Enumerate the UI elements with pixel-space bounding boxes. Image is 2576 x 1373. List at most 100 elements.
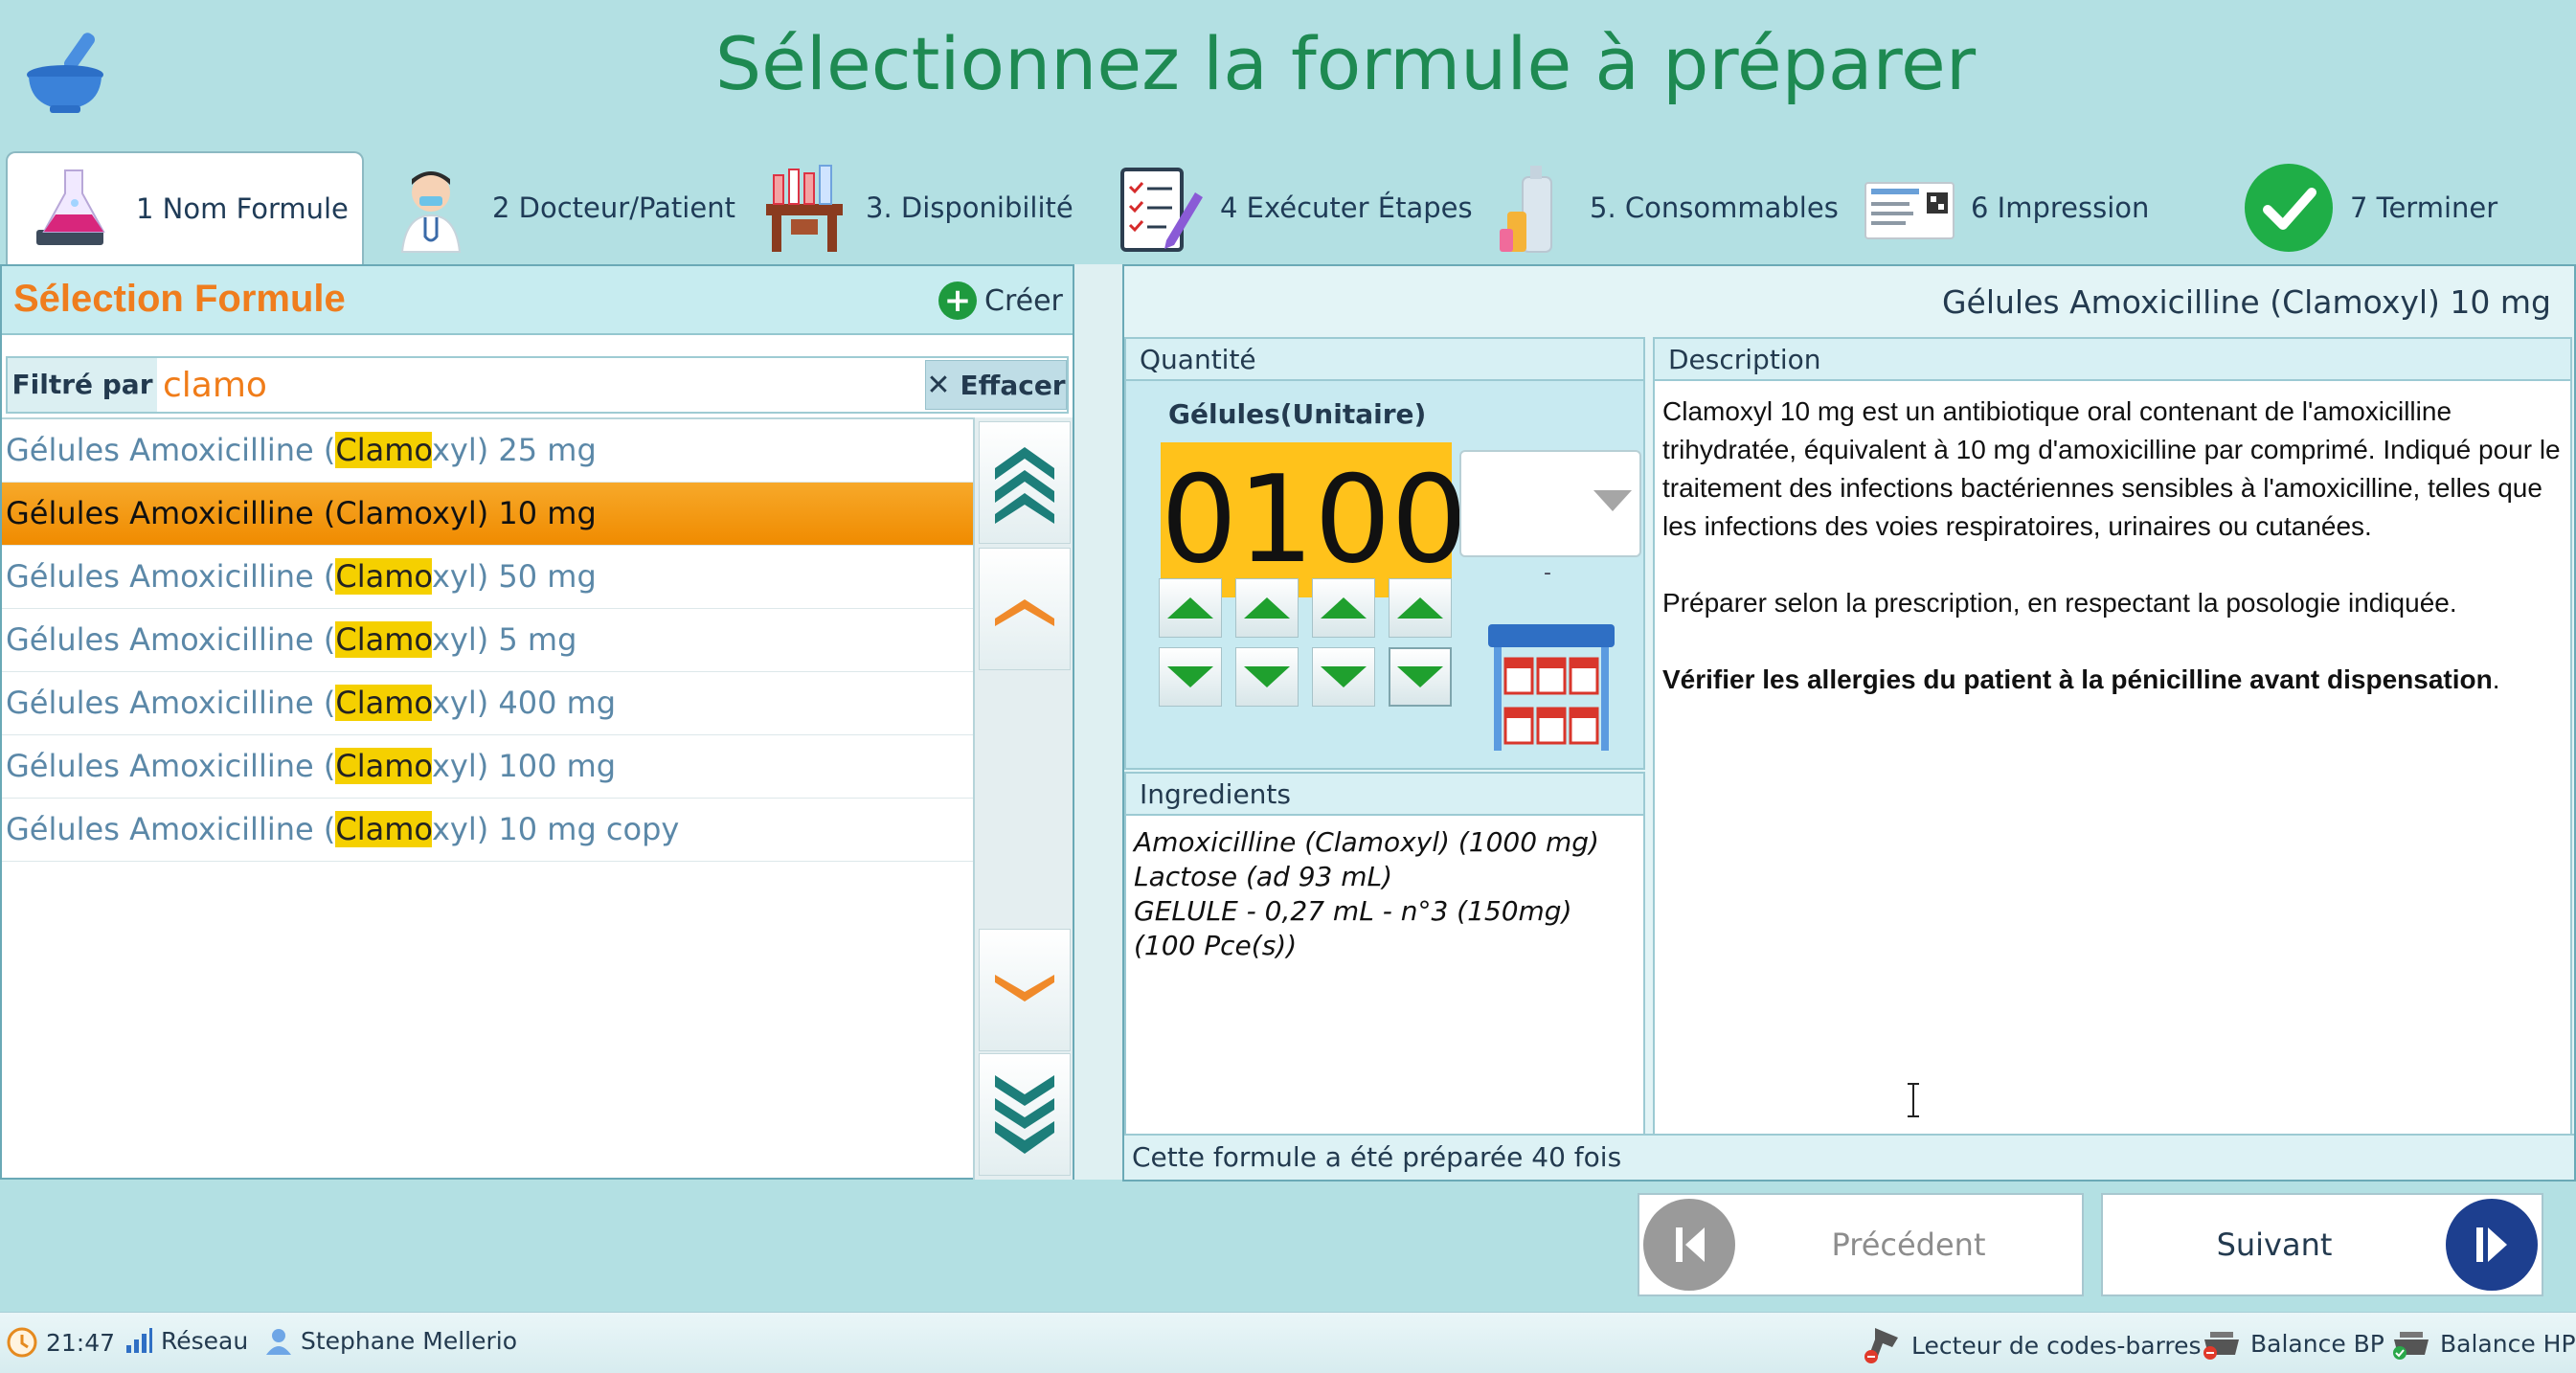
arrow-up-icon (1397, 597, 1443, 619)
arrow-down-icon (1321, 666, 1367, 687)
description-text: Clamoxyl 10 mg est un antibiotique oral … (1662, 393, 2566, 737)
scroll-bottom-button[interactable] (979, 1053, 1071, 1176)
clock: 21:47 (6, 1326, 115, 1359)
balance-bp-label: Balance BP (2250, 1329, 2384, 1358)
check-circle-icon (2245, 164, 2333, 252)
panel-title: Sélection Formule (13, 278, 346, 320)
unit-label: Gélules(Unitaire) (1168, 398, 1427, 430)
next-button[interactable]: Suivant (2101, 1193, 2543, 1296)
flask-book-icon (36, 169, 105, 245)
list-item[interactable]: Gélules Amoxicilline (Clamoxyl) 5 mg (2, 609, 973, 672)
description-paragraph: Clamoxyl 10 mg est un antibiotique oral … (1662, 396, 2561, 541)
user-icon (266, 1329, 291, 1355)
decrement-tens-button[interactable] (1312, 647, 1375, 707)
doctor-icon (400, 171, 462, 253)
formula-detail-panel: Gélules Amoxicilline (Clamoxyl) 10 mg Qu… (1122, 264, 2576, 1182)
network-label: Réseau (161, 1326, 249, 1355)
next-icon (2446, 1199, 2538, 1291)
current-user: Stephane Mellerio (264, 1326, 517, 1355)
formula-list: Gélules Amoxicilline (Clamoxyl) 25 mg Gé… (2, 417, 975, 1180)
balance-bp-status[interactable]: Balance BP (2201, 1326, 2384, 1361)
ingredients-list: Amoxicilline (Clamoxyl) (1000 mg) Lactos… (1134, 825, 1639, 963)
barcode-reader-status[interactable]: Lecteur de codes-barres (1862, 1326, 2202, 1364)
step-tab-consommables[interactable]: 5. Consommables (1480, 151, 1839, 264)
step-label: 4 Exécuter Étapes (1220, 191, 1473, 224)
step-tab-terminer[interactable]: 7 Terminer (2241, 151, 2547, 264)
close-icon: ✕ (926, 368, 951, 402)
step-tab-impression[interactable]: 6 Impression (1862, 151, 2168, 264)
unit-dash: - (1544, 561, 1551, 585)
arrow-up-icon (1167, 597, 1213, 619)
network-status: Réseau (124, 1326, 248, 1355)
double-chevron-down-icon (995, 1075, 1054, 1154)
ingredients-header: Ingredients (1126, 774, 1643, 816)
scroll-top-button[interactable] (979, 421, 1071, 544)
increment-units-button[interactable] (1389, 578, 1452, 638)
arrow-down-icon (1244, 666, 1290, 687)
increment-tens-button[interactable] (1312, 578, 1375, 638)
next-label: Suivant (2216, 1227, 2333, 1263)
filter-label: Filtré par (8, 358, 157, 412)
filter-input[interactable] (163, 358, 919, 412)
warning-text: Vérifier les allergies du patient à la p… (1662, 664, 2493, 694)
previous-icon (1643, 1199, 1735, 1291)
scale-icon (2203, 1332, 2239, 1360)
list-item-selected[interactable]: Gélules Amoxicilline (Clamoxyl) 10 mg (2, 483, 973, 546)
text-cursor-icon (1908, 1083, 1919, 1117)
ingredient-item: Amoxicilline (Clamoxyl) (1000 mg) (1134, 826, 1599, 858)
arrow-down-icon (1397, 666, 1443, 687)
shelf-icon (766, 165, 843, 252)
step-label: 7 Terminer (2350, 191, 2498, 224)
arrow-down-icon (1167, 666, 1213, 687)
formula-selection-panel: Sélection Formule + Créer Filtré par ✕ E… (0, 264, 1074, 1180)
create-button[interactable]: + Créer (938, 280, 1063, 322)
clock-icon (7, 1327, 37, 1358)
list-item[interactable]: Gélules Amoxicilline (Clamoxyl) 25 mg (2, 419, 973, 483)
panel-divider (1074, 264, 1122, 1180)
clear-label: Effacer (960, 369, 1066, 401)
description-paragraph: Préparer selon la prescription, en respe… (1662, 588, 2457, 618)
capsule-tray-icon[interactable] (1484, 622, 1618, 756)
preparation-count: Cette formule a été préparée 40 fois (1124, 1134, 2574, 1180)
quantity-box: Quantité Gélules(Unitaire) 0100 - (1124, 337, 1645, 770)
user-name: Stephane Mellerio (301, 1326, 518, 1355)
quantity-display[interactable]: 0100 (1161, 442, 1468, 597)
status-bar: 21:47 Réseau Stephane Mellerio Lecteur d… (0, 1312, 2576, 1373)
step-label: 1 Nom Formule (136, 192, 349, 225)
step-tab-disponibilite[interactable]: 3. Disponibilité (757, 151, 1073, 264)
chevron-down-icon (995, 975, 1054, 1002)
chevron-up-icon (995, 599, 1054, 626)
increment-thousands-button[interactable] (1159, 578, 1222, 638)
clear-filter-button[interactable]: ✕ Effacer (925, 360, 1067, 410)
filter-bar: Filtré par ✕ Effacer (6, 356, 1069, 414)
decrement-thousands-button[interactable] (1159, 647, 1222, 707)
list-item[interactable]: Gélules Amoxicilline (Clamoxyl) 10 mg co… (2, 799, 973, 862)
scroll-up-button[interactable] (979, 548, 1071, 670)
step-tab-executer-etapes[interactable]: 4 Exécuter Étapes (1111, 151, 1473, 264)
previous-button[interactable]: Précédent (1638, 1193, 2084, 1296)
unit-dropdown[interactable] (1459, 450, 1641, 557)
scroll-down-button[interactable] (979, 929, 1071, 1051)
list-item[interactable]: Gélules Amoxicilline (Clamoxyl) 100 mg (2, 735, 973, 799)
description-warning: Vérifier les allergies du patient à la p… (1662, 664, 2500, 694)
page-title: Sélectionnez la formule à préparer (714, 21, 1977, 106)
step-tab-nom-formule[interactable]: 1 Nom Formule (6, 151, 364, 264)
balance-hp-status[interactable]: Balance HP (2390, 1326, 2576, 1361)
description-header: Description (1655, 339, 2570, 381)
ingredient-item: Lactose (ad 93 mL) (1134, 861, 1393, 892)
step-label: 3. Disponibilité (866, 191, 1073, 224)
scale-icon (2393, 1332, 2429, 1360)
list-item[interactable]: Gélules Amoxicilline (Clamoxyl) 50 mg (2, 546, 973, 609)
caret-down-icon (1593, 490, 1632, 511)
checklist-icon (1120, 168, 1203, 252)
balance-hp-label: Balance HP (2440, 1329, 2576, 1358)
double-chevron-up-icon (995, 447, 1054, 524)
step-label: 2 Docteur/Patient (492, 191, 735, 224)
step-label: 6 Impression (1971, 191, 2150, 224)
increment-hundreds-button[interactable] (1235, 578, 1299, 638)
step-label: 5. Consommables (1590, 191, 1839, 224)
list-item[interactable]: Gélules Amoxicilline (Clamoxyl) 400 mg (2, 672, 973, 735)
decrement-hundreds-button[interactable] (1235, 647, 1299, 707)
step-tab-docteur-patient[interactable]: 2 Docteur/Patient (383, 151, 737, 264)
decrement-units-button[interactable] (1389, 647, 1452, 707)
